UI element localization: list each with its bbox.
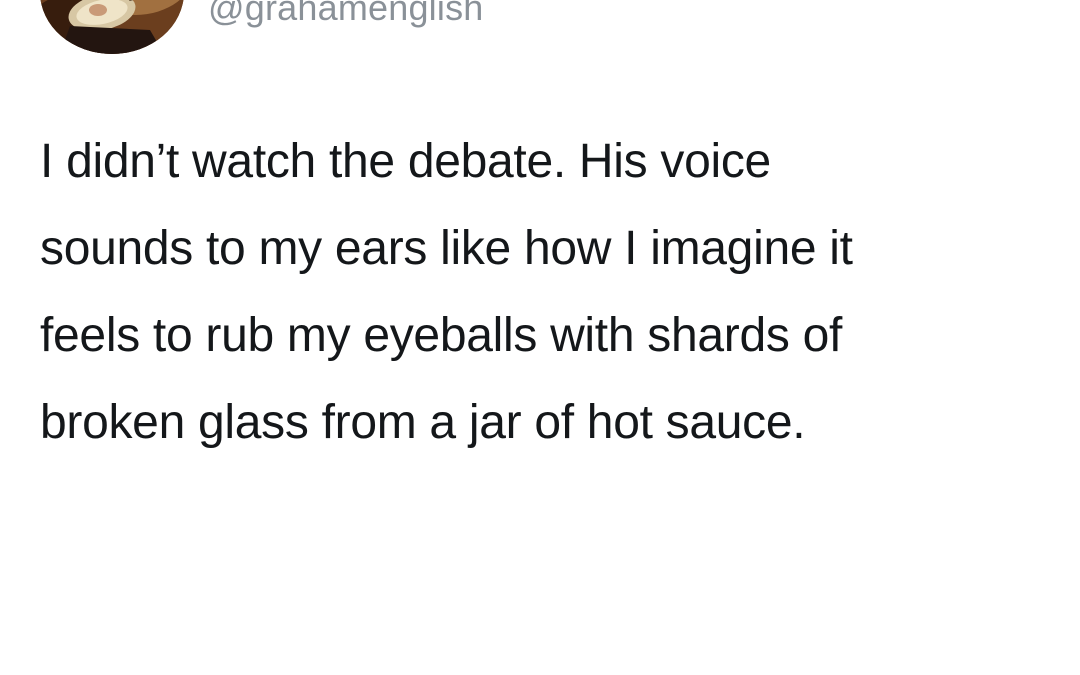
tweet-text-line: feels to rub my eyeballs with shards of [40, 309, 843, 362]
tweet-text-line: I didn’t watch the debate. His voice [40, 135, 771, 188]
profile-photo-icon [40, 0, 184, 54]
tweet-text-line: broken glass from a jar of hot sauce. [40, 396, 806, 449]
tweet-card: @grahamenglish I didn’t watch the debate… [0, 0, 1080, 675]
tweet-text: I didn’t watch the debate. His voice sou… [40, 118, 1050, 466]
author-handle[interactable]: @grahamenglish [208, 0, 484, 28]
tweet-text-line: sounds to my ears like how I imagine it [40, 222, 853, 275]
avatar[interactable] [40, 0, 184, 54]
